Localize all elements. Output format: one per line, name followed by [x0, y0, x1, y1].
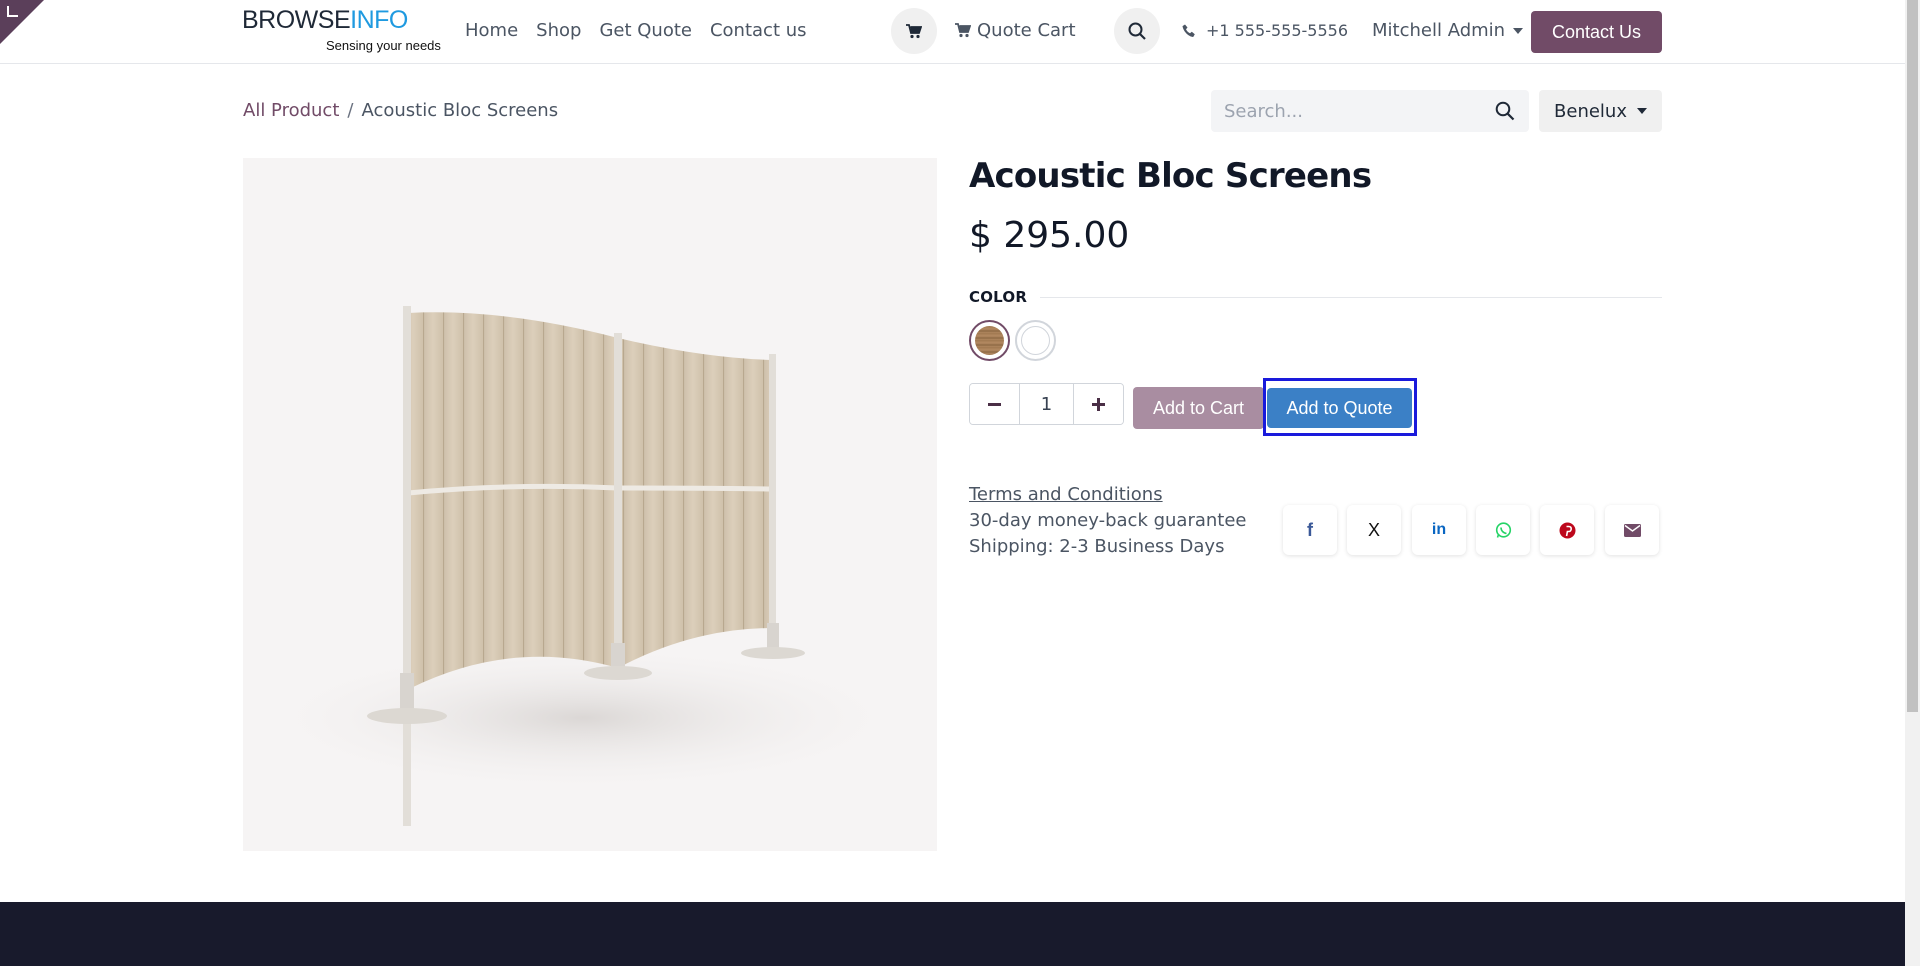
plus-icon: [1092, 397, 1105, 411]
guarantee-text: 30-day money-back guarantee: [969, 510, 1247, 531]
chevron-down-icon: [1636, 108, 1647, 114]
breadcrumb: All Product / Acoustic Bloc Screens: [243, 100, 558, 121]
site-logo[interactable]: BROWSEINFO Sensing your needs: [242, 6, 441, 56]
linkedin-icon: in: [1431, 521, 1447, 538]
color-swatch-wood[interactable]: [969, 320, 1010, 361]
minus-icon: [988, 402, 1001, 406]
share-email-button[interactable]: [1605, 505, 1659, 555]
phone-icon: [1182, 24, 1195, 37]
logo-text-accent: INFO: [350, 6, 408, 34]
quote-cart-label: Quote Cart: [977, 20, 1076, 41]
quantity-decrease-button[interactable]: [970, 384, 1020, 424]
whatsapp-icon: [1495, 521, 1511, 538]
quantity-stepper: [969, 383, 1124, 425]
user-name: Mitchell Admin: [1372, 20, 1506, 41]
share-facebook-button[interactable]: f: [1283, 505, 1337, 555]
product-image: [243, 158, 937, 851]
quote-cart-link[interactable]: Quote Cart: [955, 20, 1076, 41]
breadcrumb-all-product[interactable]: All Product: [243, 100, 339, 121]
header-search-button[interactable]: [1114, 8, 1160, 54]
search-icon[interactable]: [1495, 101, 1515, 121]
color-swatch-white[interactable]: [1015, 320, 1056, 361]
corner-arrow-icon: [7, 6, 18, 17]
shipping-text: Shipping: 2-3 Business Days: [969, 536, 1225, 557]
site-footer: [0, 902, 1905, 966]
terms-link[interactable]: Terms and Conditions: [969, 484, 1163, 505]
quote-cart-icon: [955, 23, 971, 38]
share-x-button[interactable]: X: [1347, 505, 1401, 555]
acoustic-screen-illustration: [253, 306, 913, 826]
product-search: [1211, 90, 1529, 132]
product-title: Acoustic Bloc Screens: [969, 156, 1372, 196]
nav-home[interactable]: Home: [465, 20, 518, 41]
share-whatsapp-button[interactable]: [1476, 505, 1530, 555]
pinterest-icon: [1559, 522, 1575, 538]
add-to-quote-button[interactable]: Add to Quote: [1267, 388, 1412, 428]
shopping-cart-icon: [906, 23, 922, 38]
pricelist-selected: Benelux: [1554, 100, 1627, 122]
share-linkedin-button[interactable]: in: [1412, 505, 1466, 555]
add-to-cart-button[interactable]: Add to Cart: [1133, 387, 1264, 429]
user-menu-dropdown[interactable]: Mitchell Admin: [1372, 20, 1524, 41]
breadcrumb-current: Acoustic Bloc Screens: [361, 100, 559, 121]
attribute-divider: [1040, 297, 1662, 298]
logo-tagline: Sensing your needs: [326, 38, 441, 53]
email-icon: [1623, 523, 1641, 537]
scrollbar-thumb[interactable]: [1907, 0, 1918, 712]
product-price: $ 295.00: [969, 215, 1130, 256]
cart-button[interactable]: [891, 8, 937, 54]
breadcrumb-separator: /: [347, 100, 354, 121]
x-twitter-icon: X: [1367, 519, 1380, 540]
nav-contact-us[interactable]: Contact us: [710, 20, 807, 41]
nav-shop[interactable]: Shop: [536, 20, 581, 41]
search-icon: [1128, 22, 1146, 40]
color-attribute-label: COLOR: [969, 288, 1028, 306]
quantity-input[interactable]: [1020, 384, 1073, 424]
share-pinterest-button[interactable]: [1540, 505, 1594, 555]
chevron-down-icon: [1513, 27, 1524, 34]
nav-get-quote[interactable]: Get Quote: [599, 20, 692, 41]
logo-text-primary: BROWSE: [242, 6, 351, 34]
facebook-icon: f: [1307, 519, 1313, 540]
phone-link[interactable]: +1 555-555-5556: [1182, 21, 1348, 40]
quantity-increase-button[interactable]: [1073, 384, 1123, 424]
main-nav: Home Shop Get Quote Contact us: [465, 20, 825, 41]
site-header: BROWSEINFO Sensing your needs Home Shop …: [0, 0, 1905, 64]
search-input[interactable]: [1211, 100, 1481, 122]
pricelist-dropdown[interactable]: Benelux: [1539, 90, 1662, 132]
contact-us-button[interactable]: Contact Us: [1531, 11, 1662, 53]
phone-number: +1 555-555-5556: [1206, 21, 1349, 40]
